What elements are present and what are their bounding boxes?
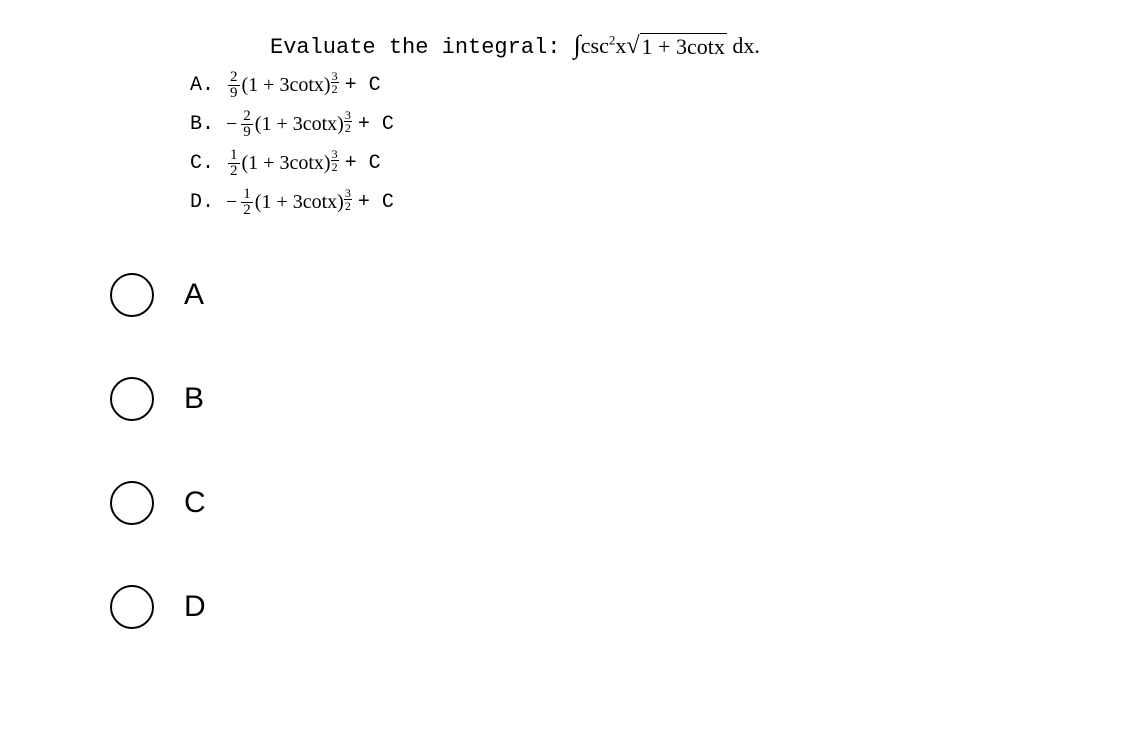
suffix-a: + C (345, 74, 381, 97)
fraction-c: 1 2 (228, 148, 240, 179)
answer-choice-b: B. − 2 9 (1 + 3cotx) 3 2 + C (190, 109, 1084, 140)
frac-num-c: 1 (228, 148, 240, 164)
answer-choice-c: C. 1 2 (1 + 3cotx) 3 2 + C (190, 148, 1084, 179)
base-a: (1 + 3cotx) (242, 74, 331, 97)
frac-num-b: 2 (241, 109, 253, 125)
option-label-c: C (184, 486, 206, 520)
answer-expr-b: − 2 9 (1 + 3cotx) 3 2 + C (226, 109, 394, 140)
base-expo-b: (1 + 3cotx) 3 2 (255, 113, 352, 136)
base-b: (1 + 3cotx) (255, 113, 344, 136)
integrand-x: x (615, 33, 626, 58)
option-label-a: A (184, 278, 204, 312)
exp-den-d: 2 (344, 200, 352, 212)
suffix-c: + C (345, 152, 381, 175)
option-label-b: B (184, 382, 204, 416)
radio-options: A B C D (110, 273, 1084, 629)
radio-b[interactable] (110, 377, 154, 421)
answer-expr-d: − 1 2 (1 + 3cotx) 3 2 + C (226, 187, 394, 218)
exponent-b: 3 2 (344, 109, 352, 134)
base-expo-c: (1 + 3cotx) 3 2 (242, 152, 339, 175)
question-block: Evaluate the integral: ∫csc2x√1 + 3cotx … (190, 30, 1084, 218)
exponent-c: 3 2 (331, 148, 339, 173)
frac-den-d: 2 (241, 203, 253, 218)
answer-label-c: C. (190, 152, 214, 175)
prompt-text: Evaluate the integral: (270, 35, 560, 60)
exp-den-b: 2 (344, 122, 352, 134)
option-row-a: A (110, 273, 1084, 317)
option-label-d: D (184, 590, 206, 624)
exp-den-a: 2 (331, 83, 339, 95)
fraction-d: 1 2 (241, 187, 253, 218)
frac-den-a: 9 (228, 86, 240, 101)
radio-a[interactable] (110, 273, 154, 317)
base-expo-a: (1 + 3cotx) 3 2 (242, 74, 339, 97)
base-expo-d: (1 + 3cotx) 3 2 (255, 191, 352, 214)
answer-expr-c: 1 2 (1 + 3cotx) 3 2 + C (226, 148, 381, 179)
frac-num-a: 2 (228, 70, 240, 86)
exponent-a: 3 2 (331, 70, 339, 95)
answer-choice-a: A. 2 9 (1 + 3cotx) 3 2 + C (190, 70, 1084, 101)
neg-d: − (226, 191, 237, 214)
fraction-b: 2 9 (241, 109, 253, 140)
answer-choice-d: D. − 1 2 (1 + 3cotx) 3 2 + C (190, 187, 1084, 218)
suffix-b: + C (358, 113, 394, 136)
neg-b: − (226, 113, 237, 136)
exp-den-c: 2 (331, 161, 339, 173)
exponent-d: 3 2 (344, 187, 352, 212)
sqrt-expression: √1 + 3cotx (626, 33, 726, 60)
frac-den-b: 9 (241, 125, 253, 140)
integral-sign: ∫ (574, 30, 581, 59)
sqrt-content: 1 + 3cotx (640, 33, 727, 60)
option-row-d: D (110, 585, 1084, 629)
integral-expression: ∫csc2x√1 + 3cotx dx. (574, 33, 760, 58)
answer-label-d: D. (190, 191, 214, 214)
dx: dx. (727, 33, 760, 58)
answer-label-a: A. (190, 74, 214, 97)
suffix-d: + C (358, 191, 394, 214)
sqrt-sign: √ (626, 33, 639, 60)
answer-expr-a: 2 9 (1 + 3cotx) 3 2 + C (226, 70, 381, 101)
base-d: (1 + 3cotx) (255, 191, 344, 214)
frac-num-d: 1 (241, 187, 253, 203)
radio-d[interactable] (110, 585, 154, 629)
option-row-c: C (110, 481, 1084, 525)
option-row-b: B (110, 377, 1084, 421)
fraction-a: 2 9 (228, 70, 240, 101)
integrand-csc: csc (581, 33, 609, 58)
radio-c[interactable] (110, 481, 154, 525)
answer-label-b: B. (190, 113, 214, 136)
base-c: (1 + 3cotx) (242, 152, 331, 175)
frac-den-c: 2 (228, 164, 240, 179)
question-prompt: Evaluate the integral: ∫csc2x√1 + 3cotx … (270, 30, 1084, 60)
